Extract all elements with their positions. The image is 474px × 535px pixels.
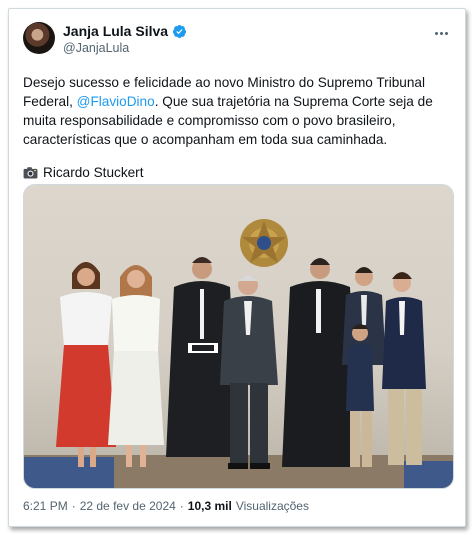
coat-of-arms-emblem	[240, 219, 288, 267]
tweet-metadata: 6:21 PM · 22 de fev de 2024 · 10,3 mil V…	[23, 499, 309, 513]
meta-separator: ·	[179, 499, 184, 513]
person-white-dress	[108, 265, 164, 467]
tweet-header: Janja Lula Silva @JanjaLula	[23, 22, 451, 64]
display-name[interactable]: Janja Lula Silva	[63, 23, 168, 39]
author-name-row: Janja Lula Silva	[63, 23, 187, 39]
tweet-date[interactable]: 22 de fev de 2024	[80, 499, 176, 513]
person-teen-navy-blazer	[382, 272, 426, 465]
mention-link[interactable]: @FlavioDino	[77, 94, 155, 109]
tweet-photo[interactable]	[23, 184, 454, 489]
group-photo	[24, 219, 453, 488]
views-label: Visualizações	[235, 499, 309, 513]
photo-credit: Ricardo Stuckert	[23, 165, 143, 180]
meta-separator: ·	[71, 499, 76, 513]
verified-badge-icon	[173, 24, 187, 38]
tweet-text: Desejo sucesso e felicidade ao novo Mini…	[23, 73, 455, 149]
handle[interactable]: @JanjaLula	[63, 41, 129, 55]
views-count: 10,3 mil	[187, 499, 232, 513]
avatar[interactable]	[23, 22, 55, 54]
credit-name: Ricardo Stuckert	[43, 165, 144, 180]
tweet-card: Janja Lula Silva @JanjaLula Desejo suces…	[8, 8, 466, 527]
person-red-skirt	[56, 262, 116, 467]
more-options-icon[interactable]	[431, 26, 451, 40]
tweet-time[interactable]: 6:21 PM	[23, 499, 68, 513]
camera-icon	[23, 166, 38, 179]
